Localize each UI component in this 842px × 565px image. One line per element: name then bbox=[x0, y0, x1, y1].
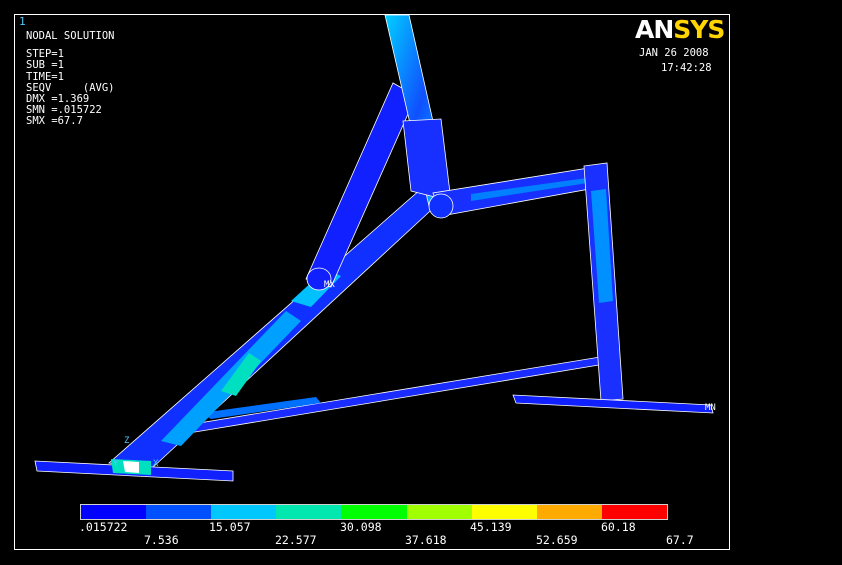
axis-y-label: Y bbox=[113, 459, 119, 469]
mn-marker: MN bbox=[705, 403, 716, 413]
legend-swatch bbox=[601, 505, 667, 519]
legend-swatch bbox=[471, 505, 537, 519]
legend-swatch bbox=[341, 505, 407, 519]
legend-swatch bbox=[406, 505, 472, 519]
legend-swatch bbox=[146, 505, 212, 519]
legend-label: 37.618 bbox=[405, 533, 447, 547]
mx-marker: MX bbox=[324, 280, 335, 290]
legend-swatch bbox=[276, 505, 342, 519]
legend-label: .015722 bbox=[79, 520, 128, 534]
legend-label: 52.659 bbox=[536, 533, 578, 547]
legend-label: 30.098 bbox=[340, 520, 382, 534]
legend-label: 67.7 bbox=[666, 533, 694, 547]
frame-model bbox=[34, 15, 714, 482]
graphics-viewport: 1 NODAL SOLUTION STEP=1 SUB =1 TIME=1 SE… bbox=[14, 14, 730, 550]
legend-swatch bbox=[536, 505, 602, 519]
legend-swatch bbox=[211, 505, 277, 519]
legend-label: 45.139 bbox=[470, 520, 512, 534]
legend-label: 60.18 bbox=[601, 520, 636, 534]
legend-label: 15.057 bbox=[209, 520, 251, 534]
axis-x-label: X bbox=[153, 459, 159, 469]
legend-label: 7.536 bbox=[144, 533, 179, 547]
legend-label: 22.577 bbox=[275, 533, 317, 547]
axis-z-label: Z bbox=[124, 436, 130, 446]
contour-legend-bar bbox=[80, 504, 668, 520]
legend-swatch bbox=[81, 505, 147, 519]
